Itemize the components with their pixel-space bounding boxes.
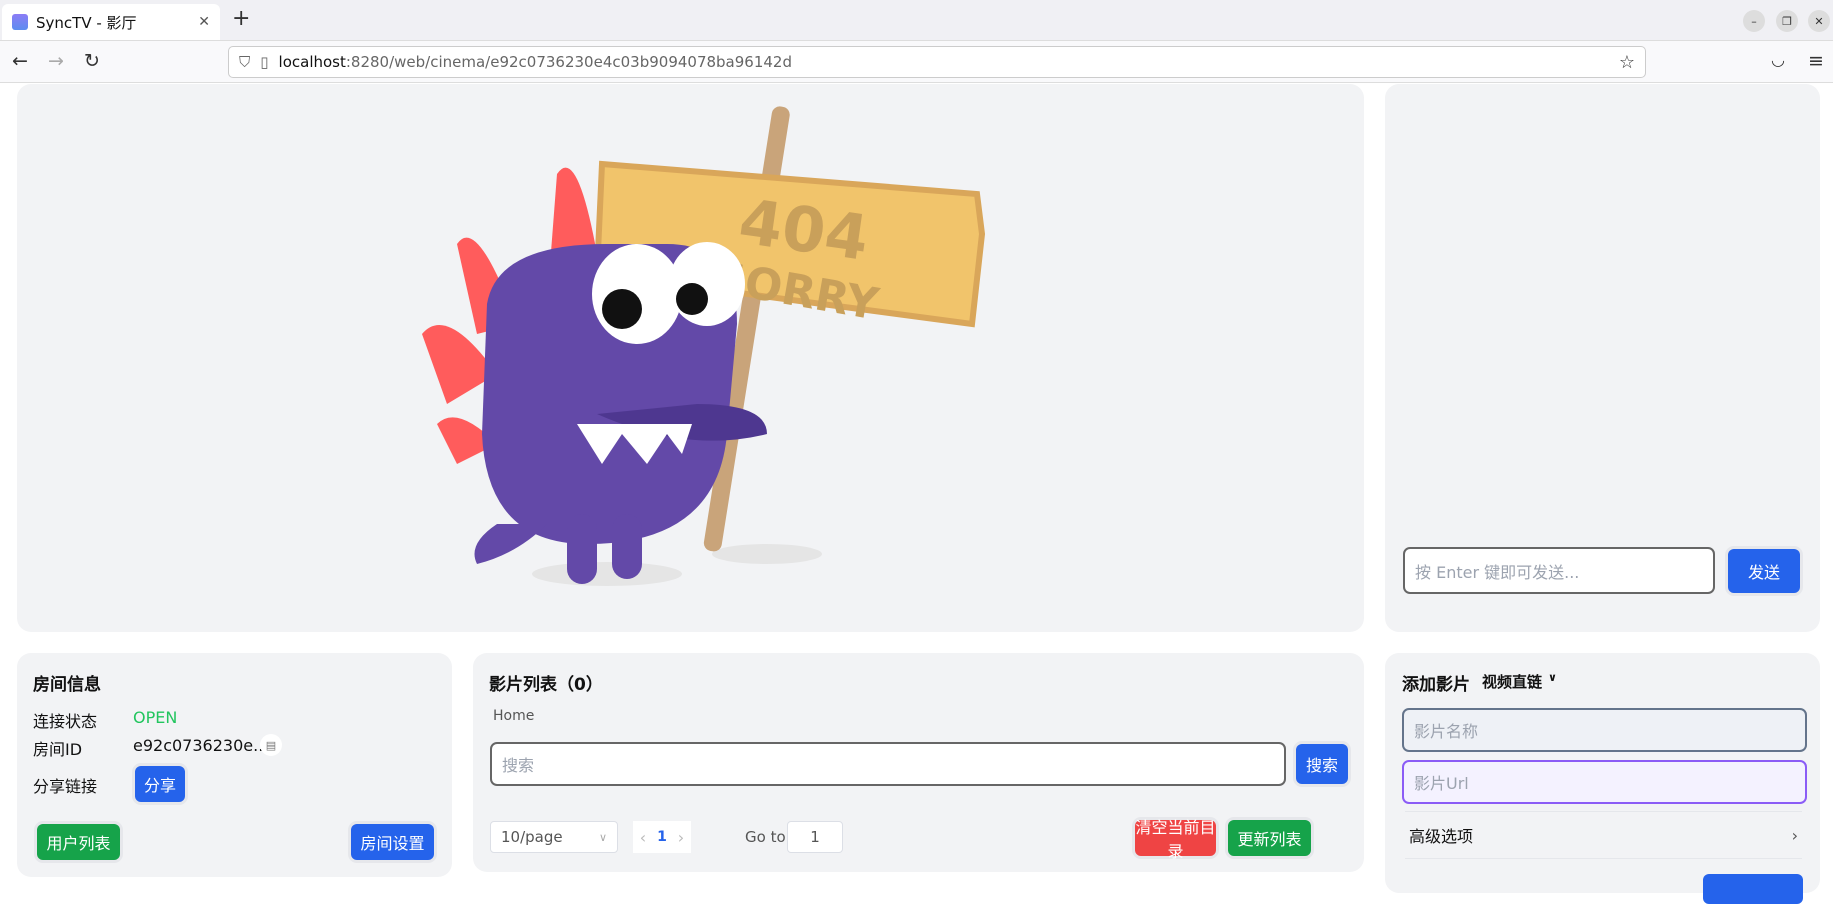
url-path: :8280/web/cinema/e92c0736230e4c03b909407… bbox=[345, 53, 792, 71]
movie-type-value: 视频直链 bbox=[1482, 673, 1543, 691]
add-movie-title: 添加影片 bbox=[1402, 675, 1470, 695]
movie-name-placeholder: 影片名称 bbox=[1414, 722, 1479, 741]
movie-url-placeholder: 影片Url bbox=[1414, 774, 1469, 793]
add-movie-button[interactable] bbox=[1703, 874, 1803, 904]
minimize-icon[interactable]: – bbox=[1743, 10, 1765, 32]
browser-tab[interactable]: SyncTV - 影厅 ✕ bbox=[2, 4, 220, 40]
page-size-select[interactable]: 10/page ∨ bbox=[490, 821, 618, 853]
url-bar[interactable]: ⛉ ▯ localhost:8280/web/cinema/e92c073623… bbox=[228, 46, 1646, 78]
room-id-label: 房间ID bbox=[33, 740, 83, 759]
chat-input-placeholder: 按 Enter 键即可发送... bbox=[1415, 562, 1580, 582]
copy-icon[interactable]: ▤ bbox=[260, 734, 282, 756]
close-window-icon[interactable]: ✕ bbox=[1808, 10, 1830, 32]
browser-tab-bar: SyncTV - 影厅 ✕ + – ❐ ✕ bbox=[0, 0, 1833, 41]
status-label: 连接状态 bbox=[33, 712, 98, 731]
room-info-panel: 房间信息 连接状态 OPEN 房间ID e92c0736230e... ▤ 分享… bbox=[17, 653, 452, 877]
share-label: 分享链接 bbox=[33, 777, 98, 796]
app-favicon-icon bbox=[12, 14, 28, 30]
chat-panel: 按 Enter 键即可发送... 发送 bbox=[1385, 84, 1820, 632]
page-icon: ▯ bbox=[260, 53, 269, 71]
chat-input[interactable]: 按 Enter 键即可发送... bbox=[1403, 547, 1715, 594]
url-host: localhost bbox=[278, 53, 346, 71]
new-tab-button[interactable]: + bbox=[232, 6, 250, 31]
search-placeholder: 搜索 bbox=[502, 756, 535, 775]
browser-nav-bar: ← → ↻ ⛉ ▯ localhost:8280/web/cinema/e92c… bbox=[0, 41, 1833, 83]
menu-icon[interactable]: ≡ bbox=[1808, 50, 1824, 72]
page-1[interactable]: 1 bbox=[653, 821, 671, 853]
chevron-right-icon: › bbox=[1791, 825, 1798, 845]
pocket-icon[interactable]: ◡ bbox=[1771, 50, 1785, 69]
room-settings-button[interactable]: 房间设置 bbox=[351, 824, 434, 860]
reload-icon[interactable]: ↻ bbox=[84, 50, 100, 72]
room-id-value: e92c0736230e... bbox=[133, 736, 269, 755]
page-size-value: 10/page bbox=[501, 828, 563, 846]
chevron-down-icon: ∨ bbox=[1548, 671, 1557, 684]
movie-list-panel: 影片列表（0） Home 搜索 搜索 10/page ∨ ‹ 1 › Go to … bbox=[473, 653, 1364, 872]
advanced-options-toggle[interactable]: 高级选项 › bbox=[1405, 811, 1802, 859]
advanced-options-label: 高级选项 bbox=[1409, 827, 1474, 846]
404-illustration: 404 SORRY bbox=[422, 106, 986, 586]
search-input[interactable]: 搜索 bbox=[490, 742, 1286, 786]
maximize-icon[interactable]: ❐ bbox=[1776, 10, 1798, 32]
status-value: OPEN bbox=[133, 708, 178, 727]
next-page-icon[interactable]: › bbox=[671, 821, 691, 853]
breadcrumb-home[interactable]: Home bbox=[493, 708, 534, 724]
shield-icon: ⛉ bbox=[239, 53, 251, 71]
user-list-button[interactable]: 用户列表 bbox=[37, 824, 120, 860]
add-movie-panel: 添加影片 视频直链 ∨ 影片名称 影片Url 高级选项 › bbox=[1385, 653, 1820, 904]
goto-input[interactable]: 1 bbox=[787, 821, 843, 853]
prev-page-icon[interactable]: ‹ bbox=[633, 821, 653, 853]
chevron-down-icon: ∨ bbox=[598, 830, 607, 844]
tab-title: SyncTV - 影厅 bbox=[36, 13, 137, 32]
refresh-list-button[interactable]: 更新列表 bbox=[1228, 820, 1311, 856]
movie-type-dropdown[interactable]: 视频直链 ∨ bbox=[1482, 671, 1557, 692]
forward-icon[interactable]: → bbox=[48, 50, 64, 72]
movie-name-input[interactable]: 影片名称 bbox=[1402, 708, 1807, 752]
movie-list-title: 影片列表（0） bbox=[489, 675, 603, 695]
goto-label: Go to bbox=[745, 828, 786, 846]
bookmark-star-icon[interactable]: ☆ bbox=[1619, 52, 1635, 73]
share-button[interactable]: 分享 bbox=[135, 766, 185, 802]
send-button[interactable]: 发送 bbox=[1728, 549, 1800, 593]
room-info-title: 房间信息 bbox=[33, 675, 101, 695]
movie-url-input[interactable]: 影片Url bbox=[1402, 760, 1807, 804]
close-tab-icon[interactable]: ✕ bbox=[198, 14, 210, 30]
clear-directory-button[interactable]: 清空当前目录 bbox=[1135, 820, 1216, 861]
back-icon[interactable]: ← bbox=[12, 50, 28, 72]
video-player[interactable]: 404 SORRY bbox=[17, 84, 1364, 632]
search-button[interactable]: 搜索 bbox=[1296, 744, 1348, 784]
